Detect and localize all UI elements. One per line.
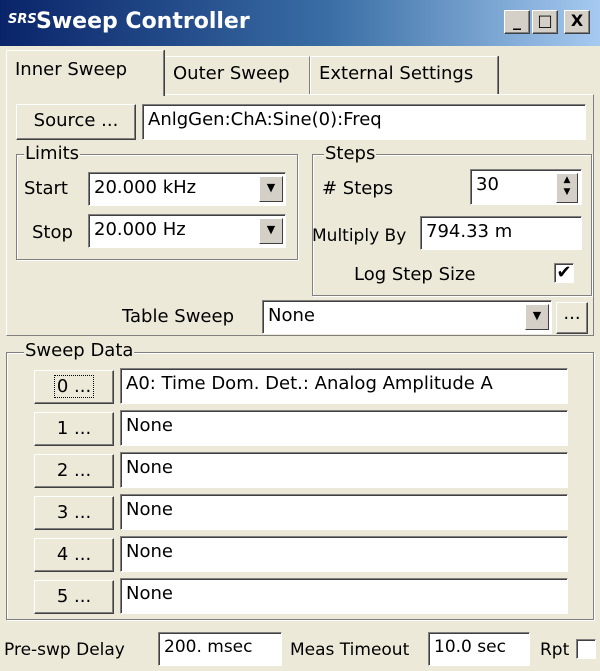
- num-steps-label: # Steps: [322, 178, 394, 199]
- meas-timeout-label: Meas Timeout: [290, 640, 410, 660]
- sweep-data-field-1[interactable]: None: [120, 410, 568, 446]
- tab-outer-sweep[interactable]: Outer Sweep: [164, 56, 310, 94]
- table-sweep-more-button[interactable]: ...: [556, 302, 588, 334]
- maximize-button[interactable]: □: [532, 10, 558, 34]
- sweep-data-field-4[interactable]: None: [120, 536, 568, 572]
- start-value: 20.000 kHz: [94, 177, 197, 198]
- limits-legend: Limits: [24, 143, 80, 164]
- steps-legend: Steps: [324, 143, 377, 164]
- sweep-data-legend: Sweep Data: [24, 340, 135, 361]
- stop-dropdown[interactable]: 20.000 Hz ▼: [88, 214, 286, 248]
- tab-inner-sweep[interactable]: Inner Sweep: [6, 50, 164, 96]
- sweep-data-button-4[interactable]: 4 ...: [34, 538, 114, 572]
- multiply-field[interactable]: 794.33 m: [420, 216, 582, 250]
- table-sweep-label: Table Sweep: [122, 306, 234, 327]
- spinner-updown-icon[interactable]: ▲ ▼: [556, 173, 578, 203]
- start-dropdown[interactable]: 20.000 kHz ▼: [88, 172, 286, 206]
- sweep-data-field-2[interactable]: None: [120, 452, 568, 488]
- sweep-data-field-0[interactable]: A0: Time Dom. Det.: Analog Amplitude A: [120, 368, 568, 404]
- minimize-button[interactable]: _: [504, 10, 530, 34]
- sweep-data-button-0[interactable]: 0 ...: [34, 370, 114, 404]
- sweep-data-button-3[interactable]: 3 ...: [34, 496, 114, 530]
- start-label: Start: [24, 178, 68, 199]
- chevron-down-icon[interactable]: ▼: [525, 304, 549, 330]
- window-title: Sweep Controller: [36, 9, 250, 34]
- meas-timeout-field[interactable]: 10.0 sec: [428, 632, 530, 666]
- tab-external-settings[interactable]: External Settings: [310, 56, 498, 94]
- stop-label: Stop: [32, 222, 73, 243]
- app-logo-icon: SRS: [8, 12, 37, 27]
- pre-delay-label: Pre-swp Delay: [4, 640, 125, 660]
- num-steps-field[interactable]: 30 ▲ ▼: [470, 169, 582, 205]
- source-button[interactable]: Source ...: [16, 104, 136, 140]
- rpt-label: Rpt: [540, 640, 570, 660]
- table-sweep-value: None: [268, 305, 315, 326]
- sweep-data-field-3[interactable]: None: [120, 494, 568, 530]
- sweep-data-field-5[interactable]: None: [120, 578, 568, 614]
- close-button[interactable]: X: [564, 10, 590, 34]
- sweep-data-button-2[interactable]: 2 ...: [34, 454, 114, 488]
- stop-value: 20.000 Hz: [94, 219, 186, 240]
- source-field[interactable]: AnlgGen:ChA:Sine(0):Freq: [142, 104, 586, 140]
- chevron-down-icon[interactable]: ▼: [259, 176, 283, 202]
- table-sweep-dropdown[interactable]: None ▼: [262, 300, 552, 334]
- log-step-label: Log Step Size: [354, 264, 476, 285]
- num-steps-value: 30: [476, 174, 499, 195]
- chevron-down-icon[interactable]: ▼: [259, 218, 283, 244]
- multiply-label: Multiply By: [312, 226, 407, 246]
- log-step-checkbox[interactable]: ✔: [554, 263, 574, 283]
- sweep-data-button-1[interactable]: 1 ...: [34, 412, 114, 446]
- pre-delay-field[interactable]: 200. msec: [158, 632, 282, 666]
- rpt-checkbox[interactable]: [576, 639, 596, 659]
- sweep-data-button-5[interactable]: 5 ...: [34, 580, 114, 614]
